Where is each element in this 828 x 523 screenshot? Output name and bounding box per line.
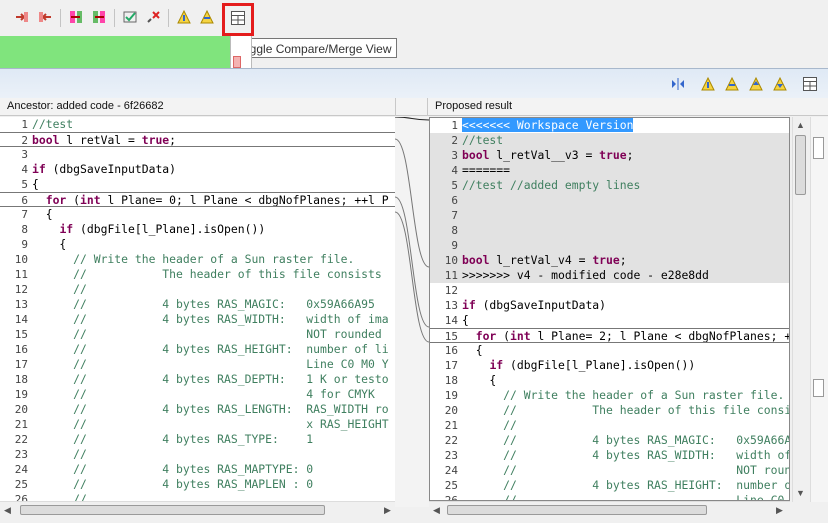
code-line: 6 for (int l_Plane= 0; l_Plane < dbgNofP… [0,192,396,207]
code-line: 15 // NOT rounded [14,327,382,341]
tooltip: Toggle Compare/Merge View [232,38,397,58]
code-line: 25 // 4 bytes RAS_HEIGHT: number o [444,478,789,492]
code-line: 21 // x RAS_HEIGHT [14,417,389,431]
prev-diff-icon[interactable] [197,7,217,27]
scroll-thumb[interactable] [20,505,325,515]
code-line: 13 // 4 bytes RAS_MAGIC: 0x59A66A95 [14,297,375,311]
ancestor-pane[interactable]: 1//test 2 bool l_retVal = true; 3 4 if (db… [0,117,396,501]
code-line: 15 for (int l_Plane= 2; l_Plane < dbgNof… [430,328,789,343]
code-line: 23 // [14,447,87,461]
code-line: 3 [21,148,28,161]
code-line: 6 [430,193,789,208]
result-vscrollbar[interactable]: ▲ ▼ [792,117,809,502]
code-line: 11 // The header of this file consists [14,267,382,281]
highlight-box [222,3,254,36]
result-pane[interactable]: 1 <<<<<<< Workspace Version 2//test 3 bool… [429,117,790,501]
overview-ruler[interactable] [810,117,828,502]
code-line: 20 // 4 bytes RAS_LENGTH: RAS_WIDTH ro [14,402,389,416]
code-line: 22 // 4 bytes RAS_MAGIC: 0x59A66A [444,433,789,447]
result-header: Proposed result [428,98,828,116]
swap-sides-icon[interactable] [668,74,688,94]
code-line: 24 // NOT roun [444,463,789,477]
code-line: 7 { [21,207,53,221]
code-line: 26 // Line C0 [444,493,785,501]
code-line: 24 // 4 bytes RAS_MAPTYPE: 0 [14,462,314,476]
code-line: 19 // 4 for CMYK [14,387,375,401]
code-line: 12 [444,284,458,297]
code-line: 2 bool l_retVal = true; [0,132,396,147]
code-line: 10 bool l_retVal_v4 = true; [430,253,789,268]
next-diff-icon[interactable] [174,7,194,27]
code-line: 23 // 4 bytes RAS_WIDTH: width of [444,448,789,462]
code-line: 18 // 4 bytes RAS_DEPTH: 1 K or testo [14,372,389,386]
status-bar [0,36,230,68]
scroll-thumb[interactable] [795,135,806,195]
code-line: 5//test //added empty lines [430,178,789,193]
code-line: 1//test [21,117,74,131]
code-line: 11 >>>>>>> v4 - modified code - e28e8dd [430,268,789,283]
code-line: 16 { [444,343,483,357]
code-line: 26 // [14,492,87,501]
code-line: 14 // 4 bytes RAS_WIDTH: width of ima [14,312,389,326]
connector-header [396,98,428,116]
next-change-icon[interactable] [698,74,718,94]
reject-icon[interactable] [143,7,163,27]
ancestor-header: Ancestor: added code - 6f26682 [0,98,396,116]
ancestor-hscrollbar[interactable]: ◀ ▶ [0,501,396,518]
code-line: 22 // 4 bytes RAS_TYPE: 1 [14,432,314,446]
code-line: 17 // Line C0 M0 Y [14,357,389,371]
code-line: 12 // [14,282,87,296]
copy-all-right-icon[interactable] [35,7,55,27]
scroll-thumb[interactable] [447,505,707,515]
code-line: 1 <<<<<<< Workspace Version [451,118,634,132]
code-line: 21 // [444,418,517,432]
diff-connector [394,116,430,507]
merge-toolbar [0,0,828,36]
code-line: 4 ======= [430,163,789,178]
panel-stub-marker [233,56,241,68]
compare-toolbar [0,68,828,98]
merge-left-icon[interactable] [66,7,86,27]
toggle-view-icon[interactable] [800,74,820,94]
code-line: 3 bool l_retVal__v3 = true; [430,148,789,163]
code-line: 8 if (dbgFile[l_Plane].isOpen()) [21,222,266,236]
copy-all-left-icon[interactable] [12,7,32,27]
code-line: 9 { [21,237,67,251]
code-line: 9 [430,238,789,253]
code-line: 20 // The header of this file consi [444,403,789,417]
prev-change-icon[interactable] [722,74,742,94]
code-line: 7 [430,208,789,223]
code-line: 10 // Write the header of a Sun raster f… [14,252,355,266]
code-line: 8 [430,223,789,238]
result-hscrollbar[interactable]: ◀ ▶ [429,501,790,518]
next-conflict-icon[interactable] [746,74,766,94]
prev-conflict-icon[interactable] [770,74,790,94]
code-line: 19 // Write the header of a Sun raster f… [444,388,785,402]
code-line: 13 if (dbgSaveInputData) [444,298,607,312]
merge-right-icon[interactable] [89,7,109,27]
code-line: 14{ [444,313,469,327]
code-line: 25 // 4 bytes RAS_MAPLEN : 0 [14,477,314,491]
code-line: 18 { [444,373,497,387]
code-line: 2//test [430,133,789,148]
code-line: 5{ [21,177,39,191]
code-line: 17 if (dbgFile[l_Plane].isOpen()) [444,358,696,372]
code-line: 4 if (dbgSaveInputData) [21,162,177,176]
accept-icon[interactable] [120,7,140,27]
code-line: 16 // 4 bytes RAS_HEIGHT: number of li [14,342,389,356]
